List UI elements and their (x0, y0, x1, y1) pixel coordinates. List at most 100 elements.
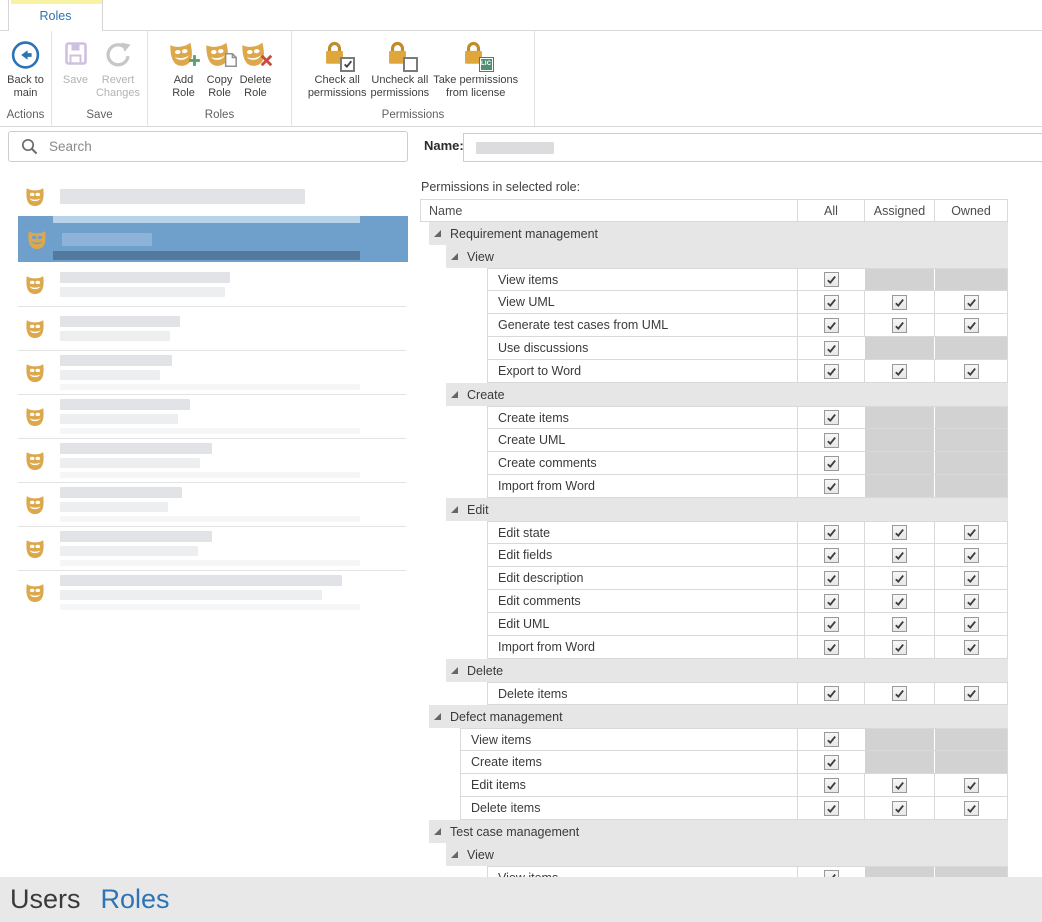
permission-cell-assigned[interactable] (864, 544, 934, 566)
permission-cell-assigned[interactable] (864, 291, 934, 313)
permission-cell-assigned[interactable] (864, 683, 934, 704)
checkbox-checked[interactable] (892, 364, 907, 379)
checkbox-checked[interactable] (824, 617, 839, 632)
permission-group-row[interactable]: Edit (446, 498, 1008, 521)
permission-row[interactable]: View items (487, 268, 1008, 291)
permission-row[interactable]: Create items (487, 406, 1008, 429)
permission-row[interactable]: Use discussions (487, 337, 1008, 360)
checkbox-checked[interactable] (892, 548, 907, 563)
permission-row[interactable]: Edit comments (487, 590, 1008, 613)
permission-cell-all[interactable] (797, 475, 864, 497)
permission-cell-assigned[interactable] (864, 797, 934, 819)
checkbox-checked[interactable] (824, 778, 839, 793)
permission-cell-owned[interactable] (934, 291, 1007, 313)
checkbox-checked[interactable] (964, 640, 979, 655)
permission-cell-assigned[interactable] (864, 567, 934, 589)
permission-cell-assigned[interactable] (864, 360, 934, 382)
permission-row[interactable]: Edit UML (487, 613, 1008, 636)
permission-row[interactable]: Create UML (487, 429, 1008, 452)
checkbox-checked[interactable] (824, 755, 839, 770)
checkbox-checked[interactable] (892, 686, 907, 701)
checkbox-checked[interactable] (824, 525, 839, 540)
search-input[interactable] (47, 138, 407, 155)
expander-icon[interactable] (450, 850, 459, 859)
permission-cell-all[interactable] (797, 452, 864, 474)
permission-row[interactable]: Edit description (487, 567, 1008, 590)
checkbox-checked[interactable] (824, 341, 839, 356)
expander-icon[interactable] (450, 505, 459, 514)
permission-row[interactable]: View UML (487, 291, 1008, 314)
expander-icon[interactable] (450, 390, 459, 399)
role-list-item[interactable] (0, 526, 420, 570)
permission-row[interactable]: Generate test cases from UML (487, 314, 1008, 337)
permission-cell-owned[interactable] (934, 314, 1007, 336)
permission-cell-owned[interactable] (934, 797, 1007, 819)
permission-cell-owned[interactable] (934, 774, 1007, 796)
checkbox-checked[interactable] (964, 295, 979, 310)
copy-role-button[interactable]: CopyRole (202, 35, 238, 100)
checkbox-checked[interactable] (892, 640, 907, 655)
column-header-all[interactable]: All (797, 200, 864, 221)
expander-icon[interactable] (433, 827, 442, 836)
delete-role-button[interactable]: DeleteRole (238, 35, 274, 100)
permission-cell-assigned[interactable] (864, 590, 934, 612)
permission-cell-all[interactable] (797, 567, 864, 589)
permission-group-row[interactable]: Requirement management (429, 222, 1008, 245)
role-list-item[interactable] (0, 570, 420, 614)
permission-row[interactable]: View items (487, 866, 1008, 877)
checkbox-checked[interactable] (892, 778, 907, 793)
permission-cell-all[interactable] (797, 269, 864, 290)
permission-cell-all[interactable] (797, 337, 864, 359)
checkbox-checked[interactable] (964, 594, 979, 609)
permission-row[interactable]: Import from Word (487, 636, 1008, 659)
permission-row[interactable]: Edit fields (487, 544, 1008, 567)
permission-cell-owned[interactable] (934, 544, 1007, 566)
expander-icon[interactable] (433, 229, 442, 238)
checkbox-checked[interactable] (964, 801, 979, 816)
permission-group-row[interactable]: Delete (446, 659, 1008, 682)
permission-cell-all[interactable] (797, 407, 864, 428)
checkbox-checked[interactable] (824, 272, 839, 287)
expander-icon[interactable] (433, 712, 442, 721)
checkbox-checked[interactable] (824, 295, 839, 310)
take-permissions-from-license-button[interactable]: LIC Take permissionsfrom license (431, 35, 520, 100)
footer-tab-roles[interactable]: Roles (101, 884, 170, 915)
checkbox-checked[interactable] (892, 801, 907, 816)
checkbox-checked[interactable] (824, 456, 839, 471)
role-list-item[interactable] (0, 262, 420, 306)
column-header-owned[interactable]: Owned (934, 200, 1007, 221)
add-role-button[interactable]: AddRole (166, 35, 202, 100)
permission-cell-owned[interactable] (934, 590, 1007, 612)
save-button[interactable]: Save (57, 35, 94, 100)
permission-cell-all[interactable] (797, 636, 864, 658)
revert-changes-button[interactable]: RevertChanges (94, 35, 142, 100)
column-header-assigned[interactable]: Assigned (864, 200, 934, 221)
uncheck-all-permissions-button[interactable]: Uncheck allpermissions (369, 35, 432, 100)
permission-row[interactable]: Create comments (487, 452, 1008, 475)
checkbox-checked[interactable] (892, 571, 907, 586)
permission-cell-all[interactable] (797, 429, 864, 451)
tab-roles[interactable]: Roles (8, 0, 103, 31)
checkbox-checked[interactable] (964, 364, 979, 379)
checkbox-checked[interactable] (824, 410, 839, 425)
permission-cell-all[interactable] (797, 590, 864, 612)
role-list-item[interactable] (0, 394, 420, 438)
permission-cell-owned[interactable] (934, 613, 1007, 635)
permission-cell-all[interactable] (797, 360, 864, 382)
checkbox-checked[interactable] (824, 433, 839, 448)
permission-row[interactable]: Edit state (487, 521, 1008, 544)
footer-tab-users[interactable]: Users (10, 884, 81, 915)
permission-row[interactable]: View items (460, 728, 1008, 751)
role-list-item[interactable] (0, 482, 420, 526)
permission-cell-owned[interactable] (934, 683, 1007, 704)
permission-cell-all[interactable] (797, 751, 864, 773)
checkbox-checked[interactable] (824, 594, 839, 609)
checkbox-checked[interactable] (892, 525, 907, 540)
permission-cell-all[interactable] (797, 774, 864, 796)
checkbox-checked[interactable] (964, 548, 979, 563)
permission-row[interactable]: Import from Word (487, 475, 1008, 498)
checkbox-checked[interactable] (824, 318, 839, 333)
permission-cell-all[interactable] (797, 729, 864, 750)
checkbox-checked[interactable] (824, 732, 839, 747)
checkbox-checked[interactable] (964, 778, 979, 793)
